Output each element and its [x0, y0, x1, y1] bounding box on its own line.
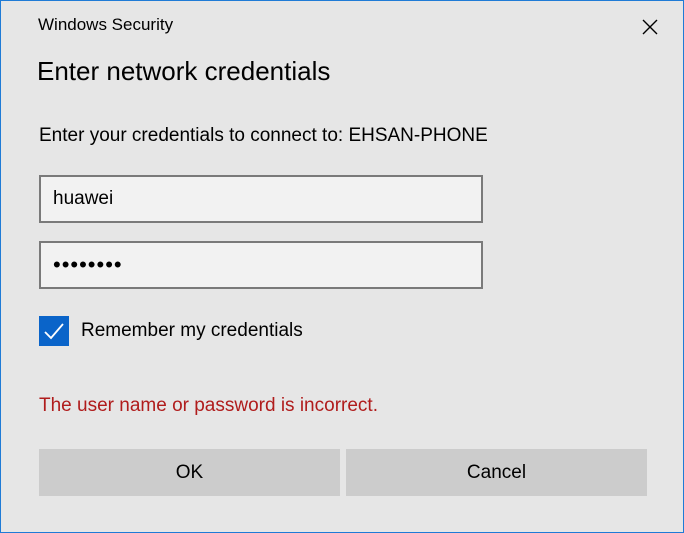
error-message: The user name or password is incorrect. — [39, 395, 378, 416]
connection-prompt: Enter your credentials to connect to: EH… — [39, 125, 488, 146]
password-field[interactable] — [39, 241, 483, 289]
dialog-heading: Enter network credentials — [37, 56, 331, 86]
credentials-dialog: Windows Security Enter network credentia… — [0, 0, 684, 533]
cancel-button[interactable]: Cancel — [346, 449, 647, 496]
remember-checkbox[interactable] — [39, 316, 69, 346]
remember-label: Remember my credentials — [81, 320, 303, 341]
window-title: Windows Security — [38, 15, 174, 34]
username-field[interactable] — [39, 175, 483, 223]
close-icon — [642, 19, 658, 35]
ok-button[interactable]: OK — [39, 449, 340, 496]
close-button[interactable] — [633, 11, 667, 43]
remember-credentials-option[interactable]: Remember my credentials — [39, 316, 303, 346]
checkmark-icon — [44, 323, 64, 340]
